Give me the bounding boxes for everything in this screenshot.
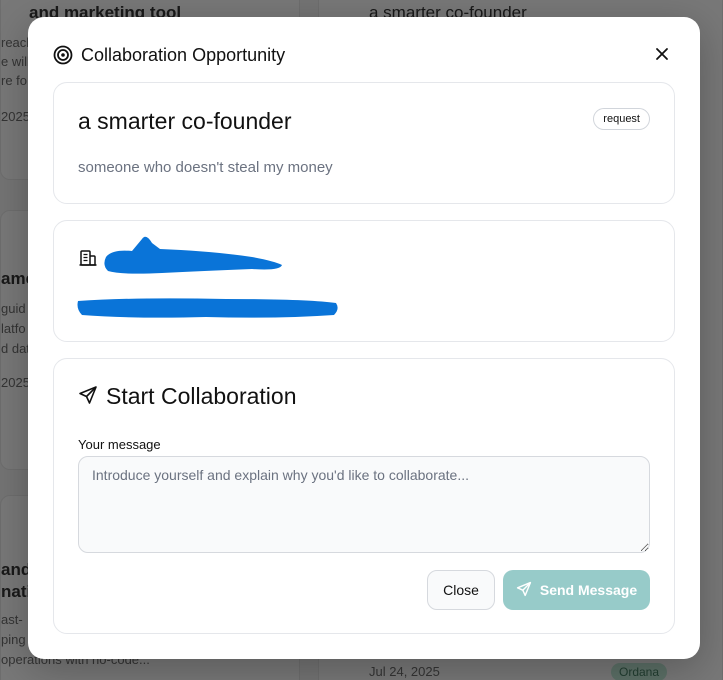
company-card <box>53 220 675 342</box>
collaboration-modal: Collaboration Opportunity a smarter co-f… <box>28 17 700 659</box>
modal-header: Collaboration Opportunity <box>53 43 675 67</box>
close-button[interactable]: Close <box>427 570 495 610</box>
opportunity-title: a smarter co-founder <box>78 108 292 134</box>
target-icon <box>53 45 73 65</box>
send-message-button[interactable]: Send Message <box>503 570 650 610</box>
close-icon[interactable] <box>651 43 673 65</box>
opportunity-card: a smarter co-founder request someone who… <box>53 82 675 204</box>
send-icon <box>516 581 532 600</box>
send-message-label: Send Message <box>539 582 638 598</box>
building-icon <box>78 247 98 267</box>
message-textarea[interactable] <box>78 456 650 553</box>
opportunity-description: someone who doesn't steal my money <box>78 159 333 176</box>
send-icon <box>78 385 98 405</box>
redacted-company-detail <box>77 298 338 318</box>
message-label: Your message <box>78 437 161 452</box>
modal-title: Collaboration Opportunity <box>81 45 286 65</box>
start-collaboration-card: Start Collaboration Your message Close S… <box>53 358 675 634</box>
redacted-company-name <box>104 236 283 274</box>
start-collaboration-title: Start Collaboration <box>106 383 297 409</box>
opportunity-type-badge: request <box>593 108 650 130</box>
